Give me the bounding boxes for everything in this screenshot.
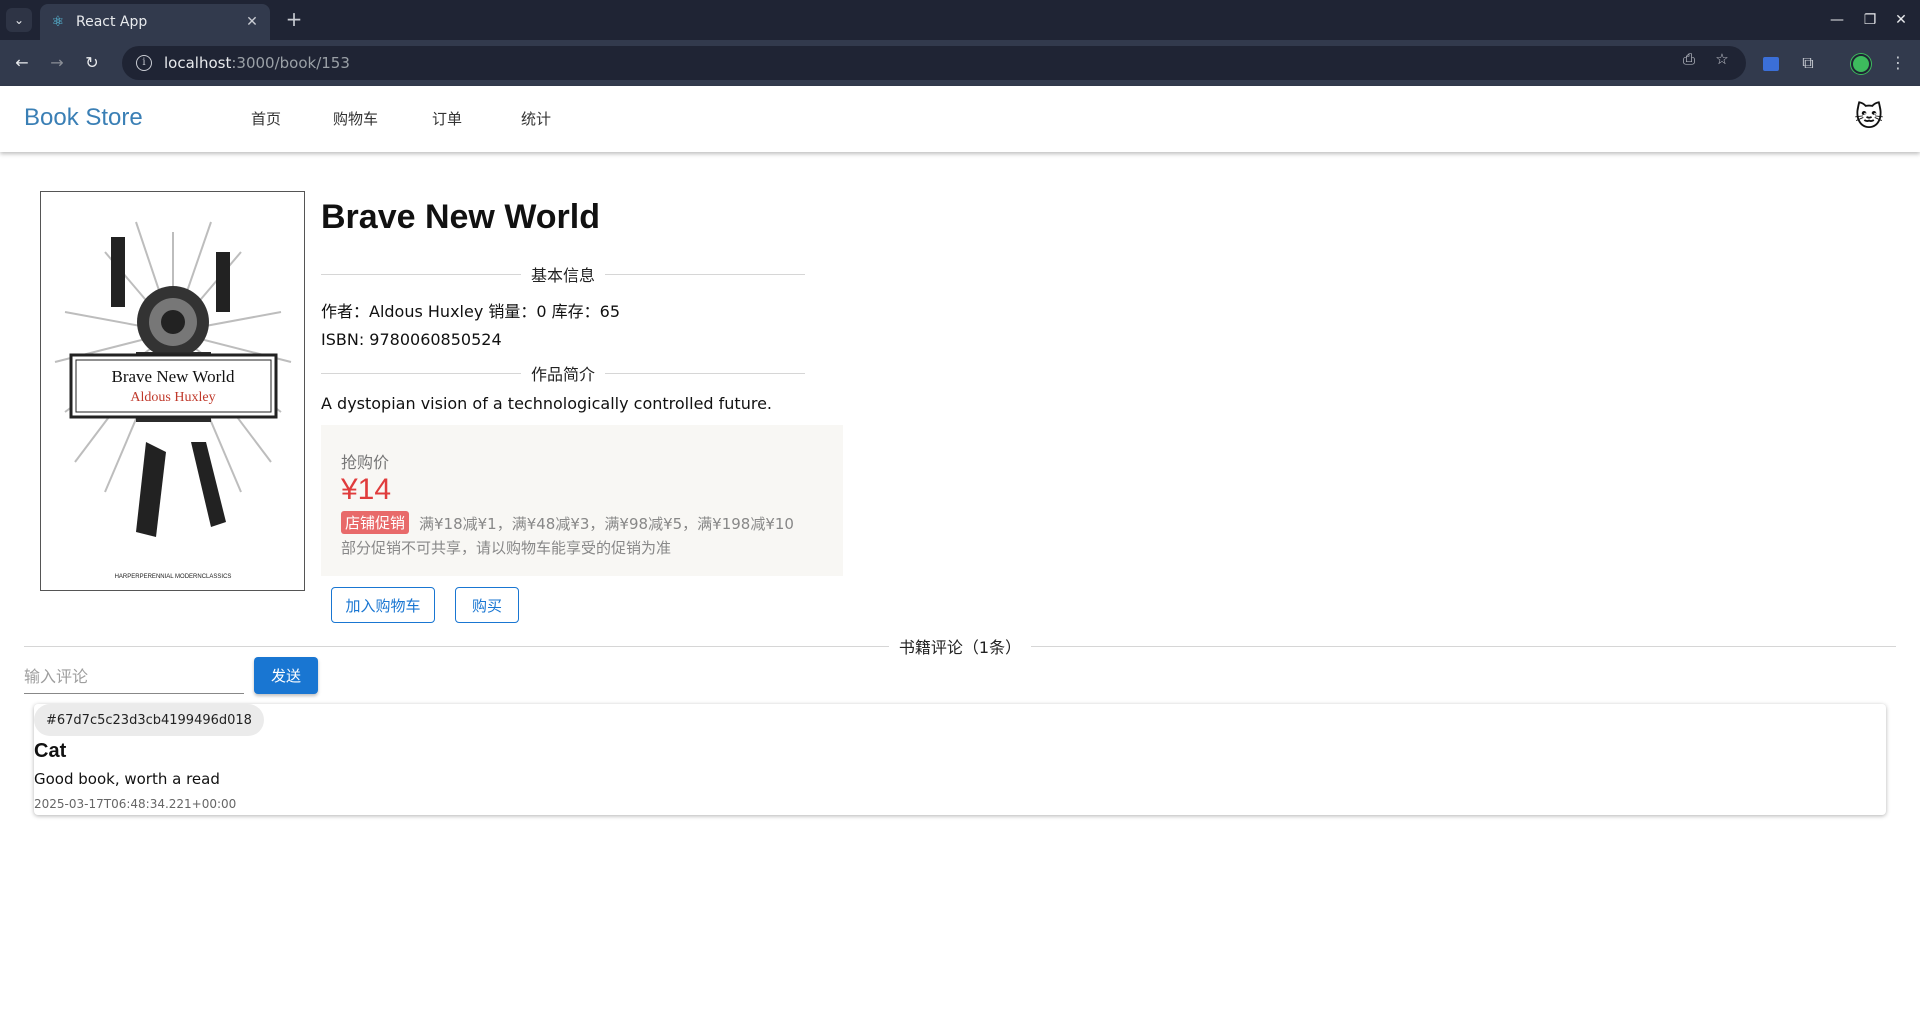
comments-section-label: 书籍评论（1条） xyxy=(898,638,1022,657)
nav-statistics[interactable]: 统计 xyxy=(521,108,551,129)
profile-avatar-icon[interactable] xyxy=(1848,50,1874,76)
comment-input[interactable] xyxy=(24,660,244,693)
minimize-icon[interactable]: — xyxy=(1822,8,1852,32)
install-app-icon[interactable]: ⎙ xyxy=(1678,48,1700,70)
intro-label: 作品简介 xyxy=(531,365,596,384)
book-description: A dystopian vision of a technologically … xyxy=(321,394,772,413)
cover-title: Brave New World xyxy=(112,367,235,386)
reload-icon[interactable]: ↻ xyxy=(80,51,104,75)
intro-divider: 作品简介 xyxy=(321,361,806,385)
comment-timestamp: 2025-03-17T06:48:34.221+00:00 xyxy=(34,797,237,811)
cover-illustration: Brave New World Aldous Huxley HARPERPERE… xyxy=(54,221,292,580)
comment-card: #67d7c5c23d3cb4199496d018 Cat Good book,… xyxy=(34,704,1886,815)
browser-menu-icon[interactable]: ⋮ xyxy=(1885,50,1911,76)
restore-icon[interactable]: ❐ xyxy=(1855,8,1885,32)
tab-list-chevron-icon[interactable]: ⌄ xyxy=(6,8,32,32)
buy-button[interactable]: 购买 xyxy=(455,587,519,623)
price-value: ¥14 xyxy=(341,473,392,506)
brand-logo[interactable]: Book Store xyxy=(24,104,143,132)
tab-close-icon[interactable]: ✕ xyxy=(244,14,260,30)
extensions-puzzle-icon[interactable]: ⧉ xyxy=(1795,50,1821,76)
extension-app-icon[interactable] xyxy=(1758,50,1784,76)
browser-tab[interactable]: ⚛ React App ✕ xyxy=(40,4,270,40)
book-cover-image: Brave New World Aldous Huxley HARPERPERE… xyxy=(40,191,305,591)
comments-divider: 书籍评论（1条） xyxy=(24,634,1896,658)
url-path: :3000/book/153 xyxy=(231,54,350,72)
back-arrow-icon[interactable]: ← xyxy=(10,51,34,75)
new-tab-icon[interactable]: + xyxy=(282,8,306,32)
cover-publisher: HARPERPERENNIAL MODERNCLASSICS xyxy=(115,574,232,580)
book-title: Brave New World xyxy=(321,198,601,236)
send-comment-button[interactable]: 发送 xyxy=(254,657,318,694)
app-header: Book Store 首页 购物车 订单 统计 🐱 xyxy=(0,86,1920,152)
nav-orders[interactable]: 订单 xyxy=(432,108,462,129)
basic-info-label: 基本信息 xyxy=(531,266,596,285)
price-panel: 抢购价 ¥14 店铺促销 满¥18减¥1，满¥48减¥3，满¥98减¥5，满¥1… xyxy=(321,425,843,576)
url-host: localhost xyxy=(164,54,232,72)
comment-user: Cat xyxy=(34,740,67,762)
address-bar[interactable]: i localhost:3000/book/153 xyxy=(122,46,1746,80)
cat-face-icon[interactable]: 🐱 xyxy=(1852,100,1886,134)
forward-arrow-icon[interactable]: → xyxy=(45,51,69,75)
price-label: 抢购价 xyxy=(341,453,390,472)
promo-text: 满¥18减¥1，满¥48减¥3，满¥98减¥5，满¥198减¥10 xyxy=(419,515,794,533)
add-to-cart-button[interactable]: 加入购物车 xyxy=(331,587,435,623)
site-info-icon[interactable]: i xyxy=(136,55,152,71)
react-favicon-icon: ⚛ xyxy=(51,14,65,30)
promo-badge: 店铺促销 xyxy=(341,511,410,534)
browser-tab-bar: ⌄ ⚛ React App ✕ + — ❐ ✕ xyxy=(0,0,1920,40)
isbn: ISBN: 9780060850524 xyxy=(321,330,502,349)
comment-id-chip: #67d7c5c23d3cb4199496d018 xyxy=(34,704,264,736)
basic-info-divider: 基本信息 xyxy=(321,262,806,286)
comment-input-wrapper xyxy=(24,660,244,694)
browser-toolbar: ← → ↻ i localhost:3000/book/153 ⎙ ☆ ⧉ ⋮ xyxy=(0,40,1920,86)
tab-title: React App xyxy=(76,14,148,30)
cover-author: Aldous Huxley xyxy=(130,390,215,405)
bookmark-star-icon[interactable]: ☆ xyxy=(1711,48,1733,70)
nav-home[interactable]: 首页 xyxy=(251,108,281,129)
author-sales-stock: 作者：Aldous Huxley 销量：0 库存：65 xyxy=(321,302,621,321)
comment-text: Good book, worth a read xyxy=(34,770,220,788)
window-close-icon[interactable]: ✕ xyxy=(1886,8,1916,32)
promo-note: 部分促销不可共享，请以购物车能享受的促销为准 xyxy=(341,539,672,557)
nav-cart[interactable]: 购物车 xyxy=(333,108,378,129)
